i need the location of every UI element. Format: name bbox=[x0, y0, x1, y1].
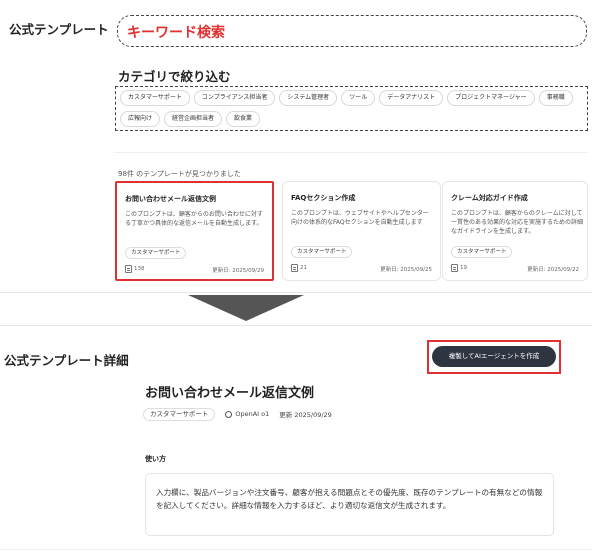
card-count-value: 138 bbox=[134, 266, 145, 272]
category-chip[interactable]: データアナリスト bbox=[379, 90, 444, 106]
card-usage-count: 21 bbox=[291, 264, 307, 272]
card-usage-count: 138 bbox=[125, 265, 145, 273]
category-chip[interactable]: ツール bbox=[341, 90, 376, 106]
category-chip[interactable]: 飲食業 bbox=[226, 111, 261, 127]
divider bbox=[115, 152, 588, 153]
card-footer: 138 更新日: 2025/09/29 bbox=[125, 265, 264, 275]
card-updated-date: 更新日: 2025/09/22 bbox=[527, 267, 579, 273]
keyword-search-label: キーワード検索 bbox=[127, 25, 225, 41]
category-chip[interactable]: カスタマーサポート bbox=[120, 90, 190, 106]
card-category-tag: カスタマーサポート bbox=[125, 247, 187, 259]
category-chip[interactable]: システム管理者 bbox=[279, 90, 338, 106]
template-list-panel: 公式テンプレート キーワード検索 カテゴリで絞り込む カスタマーサポート コンプ… bbox=[0, 0, 592, 292]
card-title: お問い合わせメール返信文例 bbox=[125, 195, 216, 203]
card-updated-date: 更新日: 2025/09/25 bbox=[380, 267, 432, 273]
document-icon bbox=[451, 264, 458, 272]
template-card[interactable]: FAQセクション作成 このプロンプトは、ウェブサイトやヘルプセンター向けの体系的… bbox=[282, 181, 441, 281]
category-chip[interactable]: プロジェクトマネージャー bbox=[447, 90, 535, 106]
card-description: このプロンプトは、顧客からのクレームに対して一貫性のある効果的な対応を実施するた… bbox=[451, 210, 584, 235]
card-count-value: 21 bbox=[300, 265, 307, 271]
card-count-value: 19 bbox=[460, 265, 467, 271]
template-updated: 更新 2025/09/29 bbox=[279, 411, 332, 419]
document-icon bbox=[291, 264, 298, 272]
card-footer: 19 更新日: 2025/09/22 bbox=[451, 264, 579, 274]
category-chip[interactable]: 経営企画担当者 bbox=[164, 111, 223, 127]
category-filter-title: カテゴリで絞り込む bbox=[118, 69, 231, 84]
divider bbox=[0, 549, 592, 550]
card-updated-date: 更新日: 2025/09/29 bbox=[212, 268, 264, 274]
card-category-tag: カスタマーサポート bbox=[451, 246, 513, 258]
category-chip-list: カスタマーサポート コンプライアンス担当者 システム管理者 ツール データアナリ… bbox=[120, 90, 585, 127]
category-chip[interactable]: コンプライアンス担当者 bbox=[193, 90, 276, 106]
duplicate-create-agent-button[interactable]: 複製してAIエージェントを作成 bbox=[432, 346, 556, 367]
arrow-down-icon bbox=[188, 295, 304, 321]
card-category-tag: カスタマーサポート bbox=[291, 246, 353, 258]
card-usage-count: 19 bbox=[451, 264, 467, 272]
page-title: 公式テンプレート bbox=[9, 22, 109, 37]
category-filter-box: カスタマーサポート コンプライアンス担当者 システム管理者 ツール データアナリ… bbox=[115, 86, 588, 131]
keyword-search-box[interactable]: キーワード検索 bbox=[117, 15, 587, 47]
result-count: 98件 のテンプレートが見つかりました bbox=[118, 170, 241, 178]
divider bbox=[0, 292, 592, 293]
template-meta: カスタマーサポート OpenAI o1 更新 2025/09/29 bbox=[143, 407, 332, 421]
template-model: OpenAI o1 bbox=[225, 410, 269, 418]
card-title: FAQセクション作成 bbox=[291, 194, 356, 202]
usage-instructions-box: 入力欄に、製品バージョンや注文番号、顧客が抱える問題点とその優先度、既存のテンプ… bbox=[145, 473, 554, 536]
template-card[interactable]: お問い合わせメール返信文例 このプロンプトは、顧客からのお問い合わせに対する丁寧… bbox=[115, 181, 274, 281]
template-card[interactable]: クレーム対応ガイド作成 このプロンプトは、顧客からのクレームに対して一貫性のある… bbox=[442, 181, 588, 281]
card-footer: 21 更新日: 2025/09/25 bbox=[291, 264, 432, 274]
template-title: お問い合わせメール返信文例 bbox=[145, 386, 315, 401]
category-chip[interactable]: 事務職 bbox=[538, 90, 573, 106]
transition-arrow-zone bbox=[0, 292, 592, 326]
template-category-tag: カスタマーサポート bbox=[143, 407, 216, 421]
usage-instructions-text: 入力欄に、製品バージョンや注文番号、顧客が抱える問題点とその優先度、既存のテンプ… bbox=[156, 488, 543, 510]
card-title: クレーム対応ガイド作成 bbox=[451, 194, 528, 202]
category-chip[interactable]: 広報向け bbox=[120, 111, 161, 127]
gear-icon bbox=[225, 410, 233, 418]
card-description: このプロンプトは、ウェブサイトやヘルプセンター向けの体系的なFAQセクションを自… bbox=[291, 210, 429, 226]
card-description: このプロンプトは、顧客からのお問い合わせに対する丁寧かつ具体的な返信メールを自動… bbox=[125, 211, 263, 227]
document-icon bbox=[125, 265, 132, 273]
detail-page-title: 公式テンプレート詳細 bbox=[4, 353, 129, 368]
model-name: OpenAI o1 bbox=[235, 410, 270, 418]
usage-section-title: 使い方 bbox=[145, 455, 166, 463]
